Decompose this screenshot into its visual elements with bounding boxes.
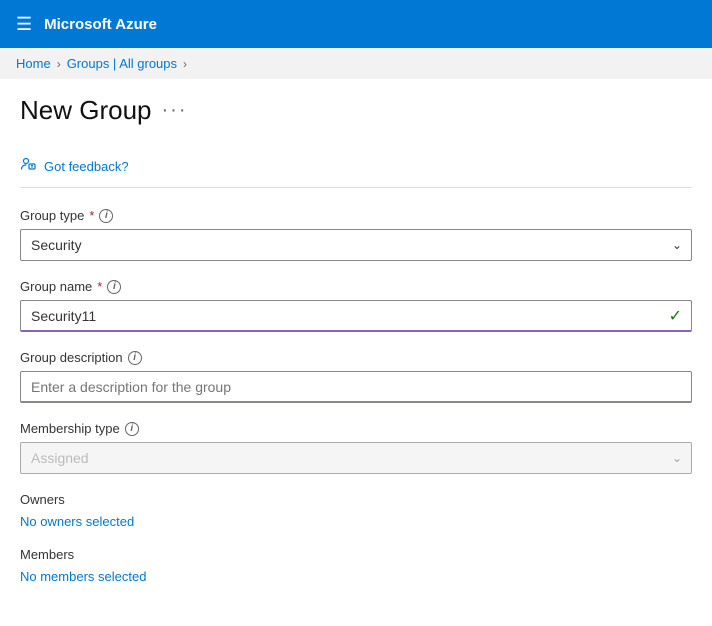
group-name-input[interactable] [20,300,692,332]
page-title-row: New Group ··· [20,95,692,126]
group-type-field: Group type * i Security Microsoft 365 ⌄ [20,208,692,261]
group-type-required: * [89,208,94,223]
breadcrumb-sep-1: › [57,57,61,71]
group-name-info-icon[interactable]: i [107,280,121,294]
breadcrumb: Home › Groups | All groups › [0,48,712,79]
membership-type-info-icon[interactable]: i [125,422,139,436]
page-title: New Group [20,95,152,126]
top-bar: ☰ Microsoft Azure [0,0,712,48]
group-description-label: Group description i [20,350,692,365]
group-description-input[interactable] [20,371,692,403]
breadcrumb-groups[interactable]: Groups | All groups [67,56,177,71]
group-name-valid-icon: ✓ [669,306,682,326]
breadcrumb-sep-2: › [183,57,187,71]
members-label: Members [20,547,692,562]
page-content: New Group ··· Got feedback? Group type *… [0,79,712,626]
group-description-field: Group description i [20,350,692,403]
group-name-label: Group name * i [20,279,692,294]
group-name-field: Group name * i ✓ [20,279,692,332]
group-type-info-icon[interactable]: i [99,209,113,223]
group-name-input-wrapper: ✓ [20,300,692,332]
feedback-bar: Got feedback? [20,146,692,188]
breadcrumb-home[interactable]: Home [16,56,51,71]
membership-type-label: Membership type i [20,421,692,436]
group-type-label: Group type * i [20,208,692,223]
feedback-link[interactable]: Got feedback? [44,159,129,174]
feedback-icon [20,156,36,177]
group-name-required: * [97,279,102,294]
group-type-select-wrapper: Security Microsoft 365 ⌄ [20,229,692,261]
page-options-icon[interactable]: ··· [162,99,188,122]
owners-label: Owners [20,492,692,507]
membership-type-field: Membership type i Assigned ⌄ [20,421,692,474]
no-members-link[interactable]: No members selected [20,569,146,584]
no-owners-link[interactable]: No owners selected [20,514,134,529]
membership-type-select[interactable]: Assigned [20,442,692,474]
members-section: Members No members selected [20,547,692,584]
owners-section: Owners No owners selected [20,492,692,529]
app-title: Microsoft Azure [44,16,157,33]
membership-type-select-wrapper: Assigned ⌄ [20,442,692,474]
group-description-input-wrapper [20,371,692,403]
group-type-select[interactable]: Security Microsoft 365 [20,229,692,261]
group-description-info-icon[interactable]: i [128,351,142,365]
hamburger-icon[interactable]: ☰ [16,14,32,35]
